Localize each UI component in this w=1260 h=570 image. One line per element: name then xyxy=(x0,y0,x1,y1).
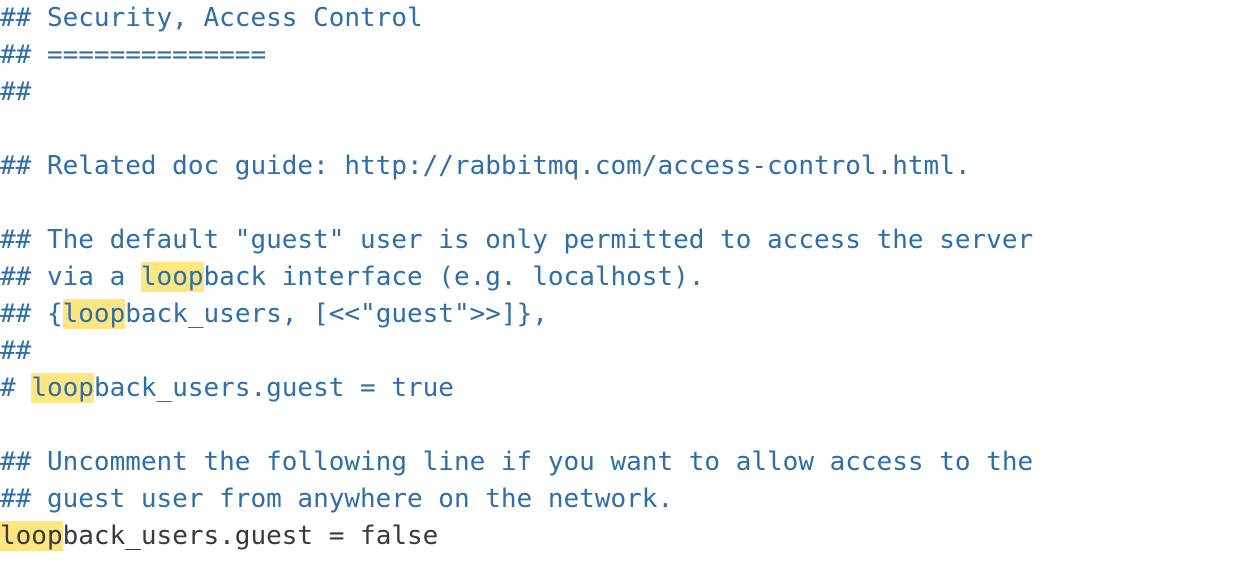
code-text: back_users, [<<"guest">>]}, xyxy=(125,299,548,329)
code-text: ## { xyxy=(0,299,63,329)
search-highlight: loop xyxy=(0,521,63,551)
code-line: ## {loopback_users, [<<"guest">>]}, xyxy=(0,299,548,329)
code-line: loopback_users.guest = false xyxy=(0,521,438,551)
code-text: back_users.guest = true xyxy=(94,373,454,403)
code-line: ## The default "guest" user is only perm… xyxy=(0,225,1033,255)
code-text: ## via a xyxy=(0,262,141,292)
code-line: ## via a loopback interface (e.g. localh… xyxy=(0,262,704,292)
code-text: # xyxy=(0,373,31,403)
code-line: ## ============== xyxy=(0,40,266,70)
search-highlight: loop xyxy=(63,299,126,329)
search-highlight: loop xyxy=(141,262,204,292)
code-line: ## Security, Access Control xyxy=(0,3,423,33)
code-line: ## xyxy=(0,77,31,107)
code-text: back interface (e.g. localhost). xyxy=(204,262,705,292)
search-highlight: loop xyxy=(31,373,94,403)
code-text: back_users.guest = false xyxy=(63,521,439,551)
code-line: # loopback_users.guest = true xyxy=(0,373,454,403)
config-file-view[interactable]: ## Security, Access Control ## =========… xyxy=(0,0,1260,555)
code-line: ## Uncomment the following line if you w… xyxy=(0,447,1033,477)
code-line: ## xyxy=(0,336,31,366)
code-line: ## guest user from anywhere on the netwo… xyxy=(0,484,673,514)
code-line: ## Related doc guide: http://rabbitmq.co… xyxy=(0,151,971,181)
